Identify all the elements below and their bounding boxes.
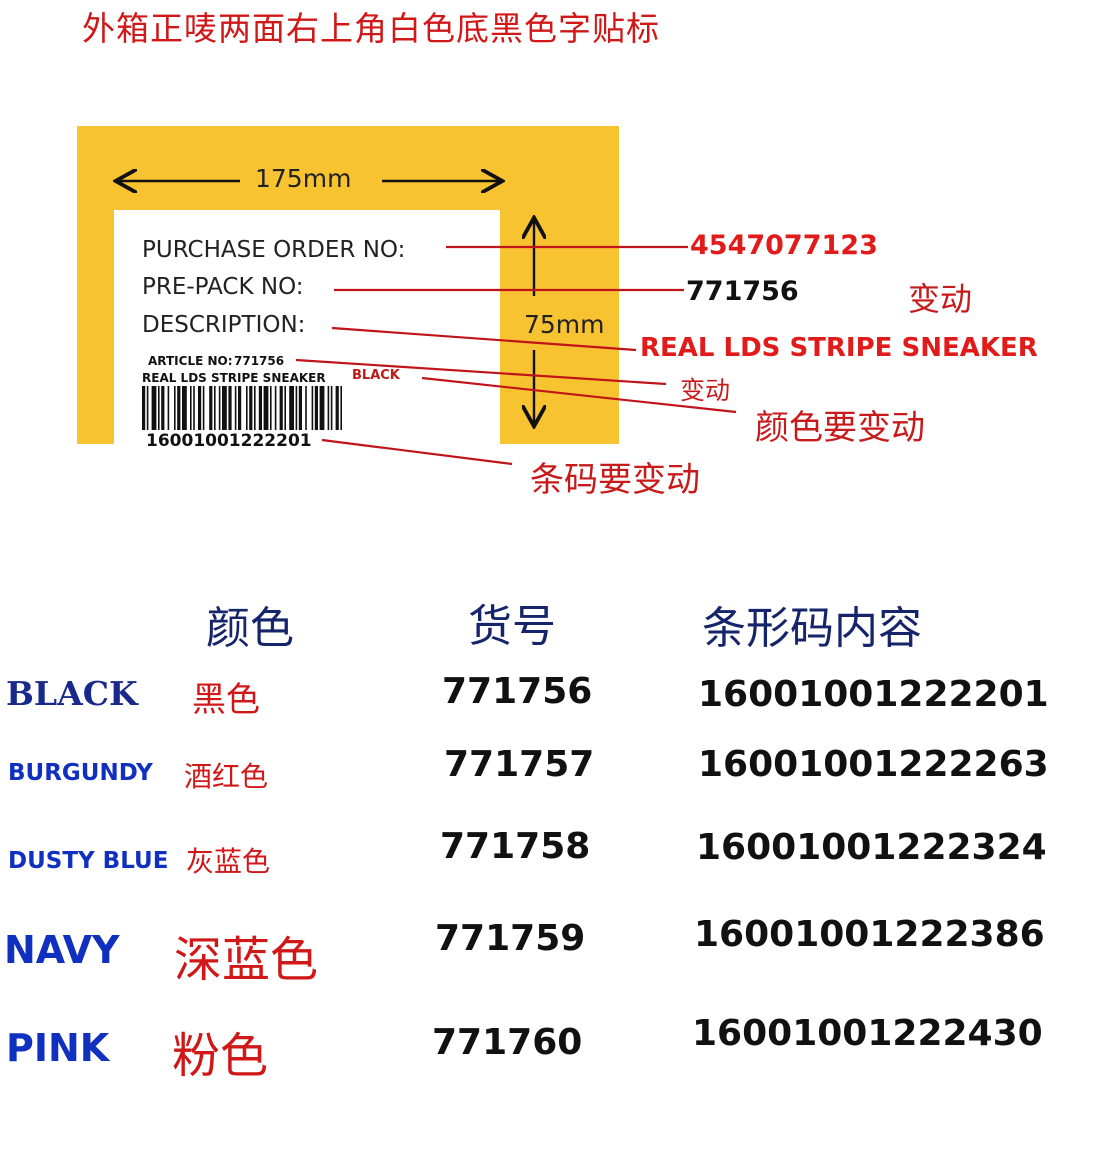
row-1-article: 771756 [442, 671, 593, 712]
header-color: 颜色 [206, 603, 294, 654]
description-callout-line [331, 326, 637, 352]
row-2-article: 771757 [444, 744, 595, 785]
row-5-color-zh: 粉色 [172, 1028, 269, 1084]
barcode-callout-line [321, 438, 513, 466]
row-3-barcode: 16001001222324 [696, 827, 1047, 868]
row-1-color-en: BLACK [6, 674, 138, 713]
row-5-barcode: 16001001222430 [692, 1013, 1043, 1054]
article-note: 变动 [680, 376, 731, 405]
row-5-color-en: PINK [6, 1026, 110, 1070]
article-callout-line [295, 358, 667, 386]
row-2-color-zh: 酒红色 [184, 760, 269, 793]
prepack-note: 变动 [908, 280, 973, 318]
row-1-barcode: 16001001222201 [698, 674, 1049, 715]
row-4-color-en: NAVY [4, 928, 120, 972]
row-1-color-zh: 黑色 [192, 680, 260, 720]
row-3-color-en: DUSTY BLUE [8, 848, 169, 874]
row-4-color-zh: 深蓝色 [174, 932, 319, 988]
row-3-article: 771758 [440, 826, 591, 867]
barcode-note: 条码要变动 [530, 460, 700, 500]
row-2-color-en: BURGUNDY [8, 760, 153, 786]
row-5-article: 771760 [432, 1022, 583, 1063]
row-3-color-zh: 灰蓝色 [186, 845, 271, 878]
callout-lines [0, 0, 737, 466]
row-4-barcode: 16001001222386 [694, 914, 1045, 955]
prepack-value: 771756 [686, 276, 799, 307]
po-value: 4547077123 [690, 230, 878, 261]
header-article: 货号 [468, 601, 556, 652]
row-4-article: 771759 [435, 918, 586, 959]
color-note: 颜色要变动 [755, 408, 925, 448]
description-value: REAL LDS STRIPE SNEAKER [640, 333, 1038, 363]
header-barcode: 条形码内容 [702, 603, 922, 654]
row-2-barcode: 16001001222263 [698, 744, 1049, 785]
